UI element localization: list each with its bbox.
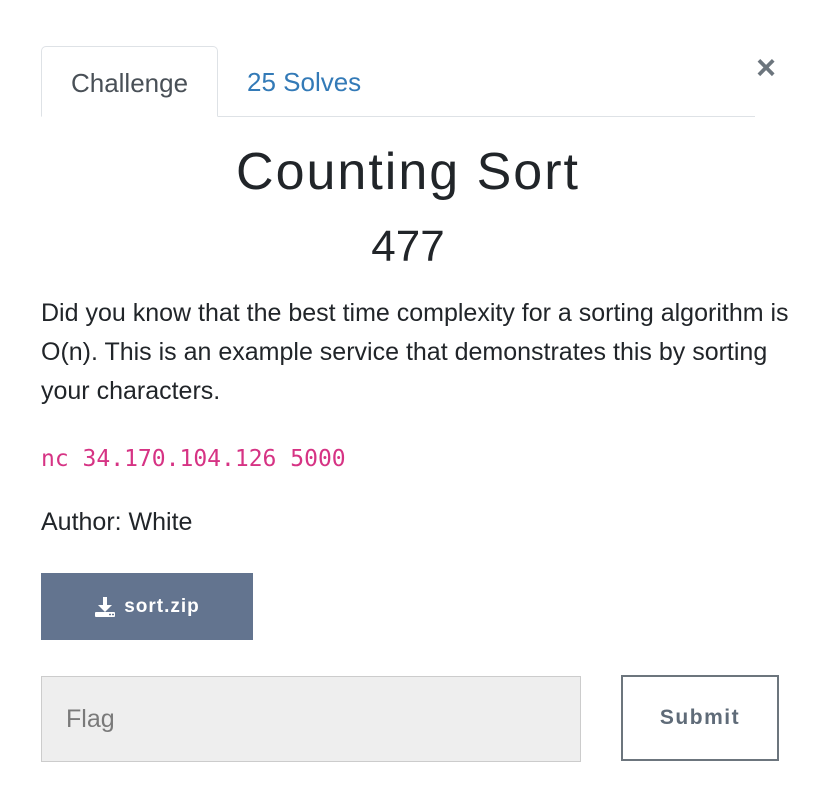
challenge-description: Did you know that the best time complexi… (41, 299, 789, 405)
tab-bar: Challenge 25 Solves (41, 46, 755, 117)
challenge-modal: Challenge 25 Solves × Counting Sort 477 … (0, 0, 830, 792)
challenge-author: Author: White (41, 508, 193, 536)
close-icon: × (756, 49, 776, 87)
tab-solves[interactable]: 25 Solves (247, 46, 361, 116)
tab-challenge[interactable]: Challenge (41, 46, 218, 117)
download-icon (94, 596, 116, 618)
flag-input[interactable] (41, 676, 581, 762)
download-file-button[interactable]: sort.zip (41, 573, 253, 640)
connection-command: nc 34.170.104.126 5000 (41, 446, 346, 472)
close-button[interactable]: × (752, 51, 780, 85)
download-file-label: sort.zip (124, 595, 200, 617)
challenge-points: 477 (371, 222, 445, 271)
submit-button[interactable]: Submit (621, 675, 779, 761)
challenge-name: Counting Sort (236, 143, 580, 201)
